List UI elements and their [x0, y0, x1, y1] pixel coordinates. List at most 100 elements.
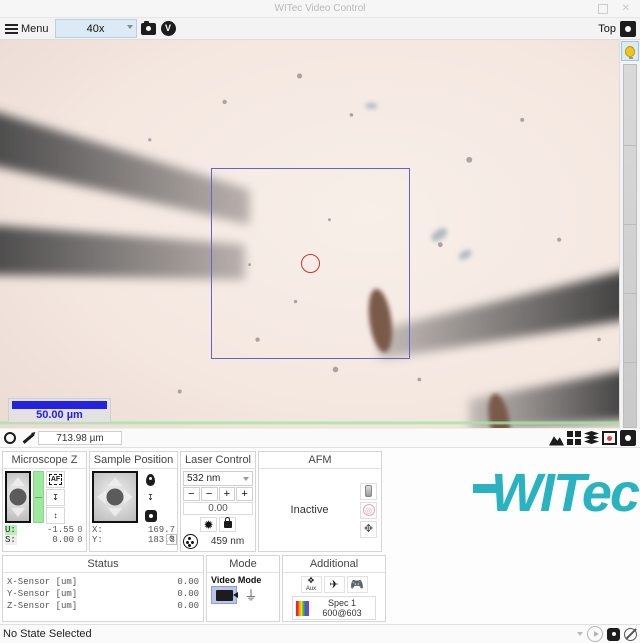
window-controls: ✕: [597, 3, 640, 14]
light-bulb-icon[interactable]: [621, 41, 640, 61]
z-range-icon[interactable]: ↕: [46, 507, 65, 524]
z-joystick[interactable]: [5, 471, 31, 523]
gear-icon[interactable]: [607, 627, 620, 641]
image-icon[interactable]: [549, 436, 564, 446]
focus-target-icon[interactable]: [602, 431, 617, 445]
z-position-gauge[interactable]: [33, 471, 44, 523]
map-pin-icon[interactable]: [141, 471, 160, 488]
scale-bar-label: 50.00 µm: [36, 409, 83, 421]
filter-wheel-icon[interactable]: [183, 534, 198, 549]
chevron-down-icon[interactable]: [577, 632, 583, 636]
top-label[interactable]: Top: [598, 23, 616, 35]
spectrum-icon[interactable]: ⏚: [238, 586, 264, 604]
panel-title: Sample Position: [90, 452, 177, 469]
laser-burst-icon[interactable]: ✹: [200, 517, 217, 532]
gear-icon[interactable]: [620, 430, 636, 446]
autofocus-button[interactable]: AF: [46, 471, 65, 488]
panel-afm: AFM Inactive ◎ ✥: [258, 451, 382, 552]
afm-buttons: ◎ ✥: [360, 482, 379, 538]
mode-buttons: ⏚: [211, 586, 275, 604]
status-bar: No State Selected: [0, 624, 640, 643]
approach-down-icon[interactable]: ↧: [141, 489, 160, 506]
laser-spot-icon[interactable]: ◎: [360, 501, 377, 519]
airplane-icon[interactable]: ✈: [323, 576, 345, 593]
stage-move-icon[interactable]: ✥: [360, 520, 377, 538]
measure-toolbar: 713.98 µm: [0, 429, 640, 448]
laser-spot-marker[interactable]: [301, 254, 320, 273]
grid-icon[interactable]: [567, 431, 581, 445]
video-view[interactable]: 50.00 µm: [0, 40, 620, 429]
laser-wavelength-select[interactable]: 532 nm: [183, 471, 253, 486]
pencil-tool-icon[interactable]: [20, 430, 36, 446]
circle-tool-icon[interactable]: [2, 430, 18, 446]
z-sensor-zero[interactable]: 0: [76, 535, 84, 545]
scale-bar-line: [12, 401, 107, 409]
spectrometer-info: Spec 1 600@603: [312, 598, 372, 618]
spectrometer-icon: [296, 600, 309, 616]
objective-select[interactable]: 40x: [54, 19, 137, 38]
illumination-slider[interactable]: [623, 64, 638, 428]
status-text: No State Selected: [3, 628, 92, 640]
video-check-icon[interactable]: V: [160, 20, 177, 37]
mode-subtitle: Video Mode: [211, 575, 262, 585]
z-sensor-value: 0.00: [52, 535, 74, 545]
zero-position-button[interactable]: 0: [166, 534, 177, 545]
table-row: Z-Sensor [um] 0.00: [7, 600, 199, 612]
status-value: 0.00: [177, 601, 199, 611]
panel-microscope-z: Microscope Z AF ↧ ↕ U: -1.55 0 S: 0.00 0: [2, 451, 87, 552]
no-entry-icon[interactable]: [624, 627, 637, 641]
panel-title: AFM: [259, 452, 381, 469]
maximize-icon[interactable]: [597, 3, 608, 14]
lock-icon[interactable]: [219, 517, 236, 532]
secondary-laser-row: 459 nm: [183, 534, 253, 549]
witec-video-control-window: WITec Video Control ✕ Menu 40x V Top 50.…: [0, 0, 640, 643]
panel-title: Laser Control: [181, 452, 255, 469]
laser-power-value[interactable]: 0.00: [183, 502, 253, 515]
afm-state: Inactive: [290, 504, 329, 516]
hamburger-icon: [5, 23, 18, 34]
camera-icon[interactable]: [140, 20, 157, 37]
menu-button[interactable]: Menu: [2, 19, 52, 38]
xy-joystick[interactable]: [92, 471, 138, 523]
chevron-down-icon: [243, 477, 249, 481]
panel-title: Microscope Z: [3, 452, 86, 469]
laser-extra-buttons: ✹: [183, 517, 253, 532]
distance-readout: 713.98 µm: [38, 431, 122, 445]
z-user-key: U:: [5, 525, 17, 535]
chevron-down-icon: [126, 25, 133, 29]
approach-down-icon[interactable]: ↧: [46, 489, 65, 506]
objective-value: 40x: [86, 22, 105, 35]
status-label: Z-Sensor [um]: [7, 601, 78, 611]
layers-icon[interactable]: [584, 431, 599, 445]
spec-value: 600@603: [322, 608, 362, 618]
panel-laser-control: Laser Control 532 nm − − + + 0.00 ✹ 459 …: [180, 451, 256, 552]
gamepad-icon[interactable]: 🎮: [346, 576, 368, 593]
laser-plus-coarse[interactable]: +: [236, 487, 253, 501]
cantilever-tip-icon[interactable]: [360, 482, 377, 500]
spec-name: Spec 1: [327, 598, 357, 608]
lower-panel-row: Status X-Sensor [um] 0.00 Y-Sensor [um] …: [0, 552, 640, 624]
laser-minus-coarse[interactable]: −: [183, 487, 200, 501]
additional-buttons: ✥ Aux ✈ 🎮: [285, 574, 383, 593]
status-table: X-Sensor [um] 0.00 Y-Sensor [um] 0.00 Z-…: [3, 573, 203, 621]
title-bar: WITec Video Control ✕: [0, 0, 640, 18]
spectrometer-selector[interactable]: Spec 1 600@603: [292, 596, 376, 620]
gear-icon[interactable]: [620, 20, 636, 37]
toolbar-right: Top: [598, 20, 638, 37]
video-area: 50.00 µm: [0, 40, 640, 429]
status-label: Y-Sensor [um]: [7, 589, 78, 599]
window-title: WITec Video Control: [274, 3, 366, 14]
logo-bar: [472, 484, 499, 493]
z-action-buttons: AF ↧ ↕: [46, 471, 65, 524]
laser-minus-fine[interactable]: −: [200, 487, 218, 501]
z-sensor-key: S:: [5, 535, 17, 545]
laser-plus-fine[interactable]: +: [218, 487, 236, 501]
gear-icon[interactable]: [141, 507, 160, 524]
menu-label: Menu: [21, 22, 49, 35]
z-user-zero[interactable]: 0: [76, 525, 84, 535]
video-camera-icon[interactable]: [211, 586, 238, 604]
panel-mode: Mode Video Mode ⏚: [206, 555, 280, 622]
table-row: Y-Sensor [um] 0.00: [7, 588, 199, 600]
close-icon[interactable]: ✕: [622, 3, 630, 14]
aux-icon[interactable]: ✥ Aux: [300, 576, 322, 593]
